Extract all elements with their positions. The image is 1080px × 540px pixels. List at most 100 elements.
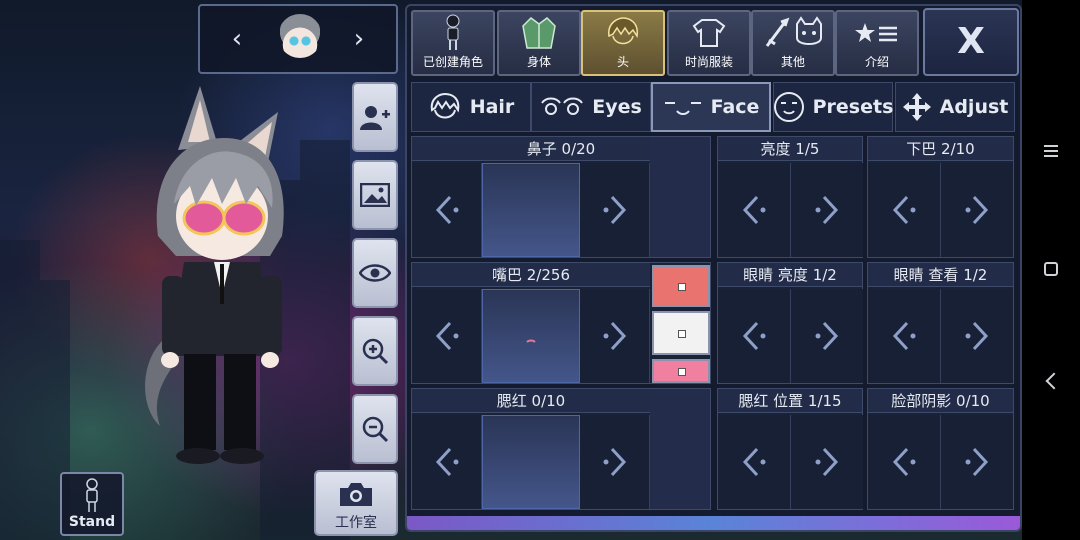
tab-fashion[interactable]: 时尚服装 [667, 10, 751, 76]
recent-apps-button[interactable] [1036, 142, 1066, 172]
studio-label: 工作室 [335, 515, 377, 531]
tab-label: 头 [616, 55, 629, 69]
chevron-right-icon [962, 445, 992, 479]
character-head-icon [278, 14, 322, 58]
chin-next-button[interactable] [941, 163, 1013, 257]
chevron-left-icon [739, 445, 769, 479]
image-icon [360, 183, 390, 207]
tab-other[interactable]: 其他 [751, 10, 835, 76]
blush-next-button[interactable] [580, 415, 650, 509]
tab-body[interactable]: 身体 [497, 10, 581, 76]
visibility-button[interactable] [352, 238, 398, 308]
tab-head[interactable]: 头 [581, 10, 665, 76]
blush-prev-button[interactable] [412, 415, 482, 509]
chevron-left-icon [432, 445, 462, 479]
brightness-prev-button[interactable] [718, 163, 791, 257]
nose-prev-button[interactable] [412, 163, 482, 257]
blush-position-prev-button[interactable] [718, 415, 791, 509]
figure-icon [413, 12, 493, 54]
color-column-empty [650, 389, 710, 509]
chevron-left-icon [889, 445, 919, 479]
mouth-next-button[interactable] [580, 289, 650, 383]
mouth-color-3-swatch[interactable] [652, 359, 710, 383]
eye-icon [359, 263, 391, 283]
chevron-right-icon [812, 319, 842, 353]
option-chin: 下巴 2/10 [867, 136, 1014, 258]
move-arrows-icon [902, 92, 932, 122]
mouth-prev-button[interactable] [412, 289, 482, 383]
subtab-hair[interactable]: Hair [411, 82, 531, 132]
blush-preview [482, 415, 580, 509]
sword-cat-icon [753, 12, 833, 54]
back-icon [1045, 372, 1063, 390]
home-button[interactable] [1036, 254, 1066, 284]
option-nose: 鼻子 0/20 [411, 136, 711, 258]
system-navigation-bar [1022, 0, 1080, 540]
stand-button[interactable]: Stand [60, 472, 124, 536]
subtab-adjust[interactable]: Adjust [895, 82, 1015, 132]
option-title: 下巴 2/10 [868, 137, 1013, 161]
prev-character-button[interactable]: ‹ [222, 24, 252, 54]
panel-scroll-bar [407, 516, 1020, 530]
tab-label: 已创建角色 [422, 55, 483, 69]
zoom-in-button[interactable] [352, 316, 398, 386]
chevron-left-icon [432, 193, 462, 227]
face-shadow-prev-button[interactable] [868, 415, 941, 509]
chevron-right-icon [600, 193, 630, 227]
tab-label: 时尚服装 [684, 55, 733, 69]
star-list-icon [837, 12, 917, 54]
chevron-right-icon [600, 319, 630, 353]
hair-icon [428, 92, 462, 122]
blush-position-next-button[interactable] [791, 415, 863, 509]
chevron-left-icon [889, 319, 919, 353]
zoom-in-icon [361, 337, 389, 365]
character-preview[interactable] [140, 86, 300, 466]
next-character-button[interactable]: › [344, 24, 374, 54]
studio-button[interactable]: 工作室 [314, 470, 398, 536]
option-eye-brightness: 眼睛 亮度 1/2 [717, 262, 863, 384]
chevron-right-icon [962, 193, 992, 227]
subtab-face[interactable]: Face [651, 82, 771, 132]
editor-panel: 已创建角色 身体 头 时尚服装 其他 介绍 X Hair Eyes Face P… [405, 4, 1022, 532]
subtab-eyes[interactable]: Eyes [531, 82, 651, 132]
tab-created-characters[interactable]: 已创建角色 [411, 10, 495, 76]
chevron-right-icon [812, 193, 842, 227]
tab-label: 其他 [780, 55, 805, 69]
option-blush: 腮红 0/10 [411, 388, 711, 510]
camera-icon [338, 480, 374, 508]
eye-look-prev-button[interactable] [868, 289, 941, 383]
zoom-out-button[interactable] [352, 394, 398, 464]
background-button[interactable] [352, 160, 398, 230]
subtab-label: Face [710, 96, 760, 118]
back-button[interactable] [1036, 366, 1066, 396]
nose-next-button[interactable] [580, 163, 650, 257]
chevron-right-icon [962, 319, 992, 353]
chevron-left-icon [432, 319, 462, 353]
eye-look-next-button[interactable] [941, 289, 1013, 383]
add-user-icon [360, 104, 390, 130]
subtab-presets[interactable]: Presets [773, 82, 893, 132]
option-blush-position: 腮红 位置 1/15 [717, 388, 863, 510]
subtab-label: Presets [812, 96, 894, 118]
mouth-color-2-swatch[interactable] [652, 311, 710, 355]
tab-label: 介绍 [864, 55, 889, 69]
chevron-left-icon [739, 193, 769, 227]
home-icon [1044, 262, 1058, 276]
eye-brightness-next-button[interactable] [791, 289, 863, 383]
brightness-next-button[interactable] [791, 163, 863, 257]
face-shadow-next-button[interactable] [941, 415, 1013, 509]
mouth-color-1-swatch[interactable] [652, 265, 710, 307]
shirt-icon [669, 12, 749, 54]
close-button[interactable]: X [923, 8, 1019, 76]
eye-brightness-prev-button[interactable] [718, 289, 791, 383]
subtab-label: Adjust [939, 96, 1009, 118]
chin-prev-button[interactable] [868, 163, 941, 257]
face-preset-icon [773, 91, 805, 123]
tab-intro[interactable]: 介绍 [835, 10, 919, 76]
chevron-left-icon [889, 193, 919, 227]
option-face-shadow: 脸部阴影 0/10 [867, 388, 1014, 510]
add-character-button[interactable] [352, 82, 398, 152]
option-title: 眼睛 亮度 1/2 [718, 263, 862, 287]
mouth-preview [482, 289, 580, 383]
zoom-out-icon [361, 415, 389, 443]
